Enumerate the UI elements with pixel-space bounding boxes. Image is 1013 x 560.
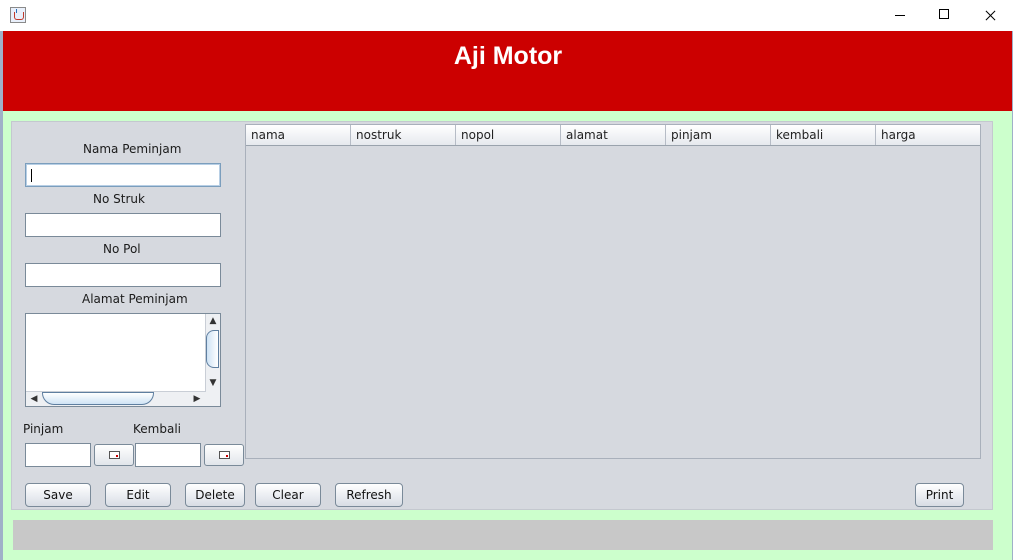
kembali-label: Kembali xyxy=(133,422,181,436)
column-header-harga[interactable]: harga xyxy=(876,125,980,145)
alamat-peminjam-textarea[interactable]: ▲ ▼ ◀ ▶ xyxy=(25,313,221,407)
scroll-left-icon[interactable]: ◀ xyxy=(28,394,40,404)
nama-peminjam-input[interactable] xyxy=(25,163,221,187)
nostruk-label: No Struk xyxy=(93,192,145,206)
scroll-up-icon[interactable]: ▲ xyxy=(207,316,219,326)
delete-button[interactable]: Delete xyxy=(185,483,245,507)
scroll-down-icon[interactable]: ▼ xyxy=(207,378,219,388)
calendar-icon xyxy=(219,451,230,459)
window-titlebar xyxy=(0,0,1013,31)
app-title: Aji Motor xyxy=(3,42,1013,71)
refresh-button[interactable]: Refresh xyxy=(335,483,403,507)
text-caret xyxy=(31,169,32,182)
print-button[interactable]: Print xyxy=(915,483,964,507)
minimize-icon xyxy=(895,15,905,16)
vertical-scroll-thumb[interactable] xyxy=(206,330,219,368)
column-header-nama[interactable]: nama xyxy=(246,125,351,145)
nopol-label: No Pol xyxy=(103,242,141,256)
horizontal-scrollbar[interactable]: ◀ ▶ xyxy=(26,391,206,406)
scroll-corner xyxy=(206,392,220,406)
column-header-pinjam[interactable]: pinjam xyxy=(666,125,771,145)
alamat-label: Alamat Peminjam xyxy=(82,292,188,306)
column-header-alamat[interactable]: alamat xyxy=(561,125,666,145)
app-title-text: Aji Motor xyxy=(453,42,563,70)
nama-label: Nama Peminjam xyxy=(83,142,182,156)
status-bar xyxy=(13,520,993,550)
column-header-kembali[interactable]: kembali xyxy=(771,125,876,145)
pinjam-date-input[interactable] xyxy=(25,443,91,467)
maximize-button[interactable] xyxy=(921,0,967,31)
app-header: Aji Motor xyxy=(3,31,1013,111)
close-button[interactable] xyxy=(966,0,1012,31)
table-body[interactable] xyxy=(246,146,980,458)
edit-button[interactable]: Edit xyxy=(105,483,171,507)
horizontal-scroll-thumb[interactable] xyxy=(42,392,154,405)
scroll-right-icon[interactable]: ▶ xyxy=(191,394,203,404)
no-pol-input[interactable] xyxy=(25,263,221,287)
data-table[interactable]: nama nostruk nopol alamat pinjam kembali… xyxy=(245,124,981,459)
minimize-button[interactable] xyxy=(876,0,922,31)
calendar-icon xyxy=(109,451,120,459)
pinjam-label: Pinjam xyxy=(23,422,64,436)
save-button[interactable]: Save xyxy=(25,483,91,507)
vertical-scrollbar[interactable]: ▲ ▼ xyxy=(205,314,220,392)
clear-button[interactable]: Clear xyxy=(255,483,321,507)
pinjam-calendar-button[interactable] xyxy=(94,444,134,466)
java-cup-icon[interactable] xyxy=(10,7,26,23)
kembali-calendar-button[interactable] xyxy=(204,444,244,466)
column-header-nopol[interactable]: nopol xyxy=(456,125,561,145)
table-header: nama nostruk nopol alamat pinjam kembali… xyxy=(246,125,980,146)
no-struk-input[interactable] xyxy=(25,213,221,237)
maximize-icon xyxy=(939,9,949,19)
column-header-nostruk[interactable]: nostruk xyxy=(351,125,456,145)
kembali-date-input[interactable] xyxy=(135,443,201,467)
